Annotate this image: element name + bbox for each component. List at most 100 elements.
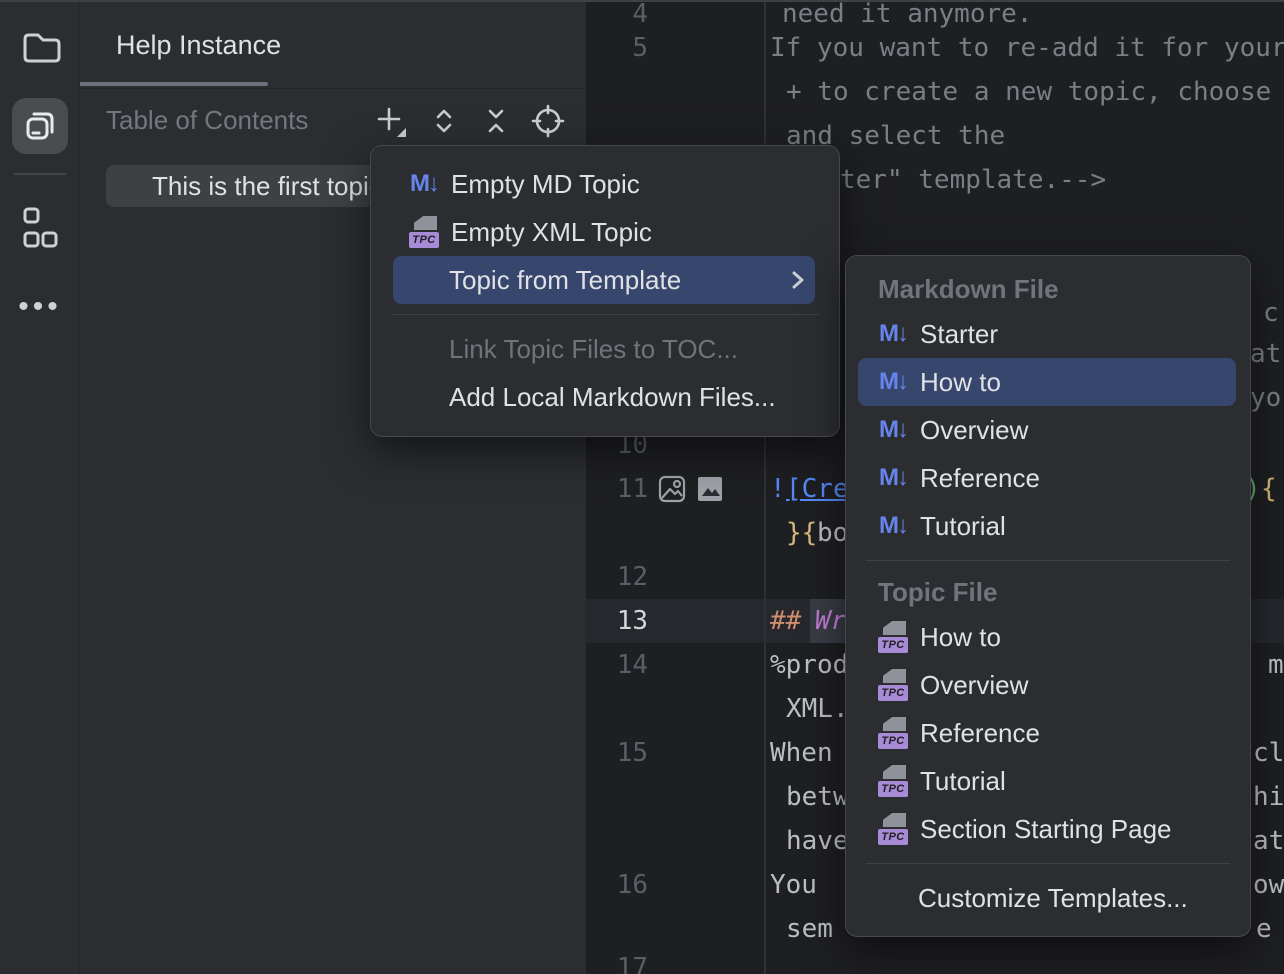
submenu-item-label: Overview xyxy=(920,670,1028,701)
code-segment: }{ xyxy=(786,511,817,555)
submenu-item-label: Reference xyxy=(920,718,1040,749)
topic-icon-page xyxy=(414,216,437,230)
code-segment: m xyxy=(1268,643,1284,687)
code-segment: e xyxy=(1256,907,1272,951)
line-number-15: 15 xyxy=(586,731,648,775)
code-segment: %prod xyxy=(770,643,848,687)
topic-icon-page xyxy=(883,765,906,779)
topic-icon-badge: TPC xyxy=(409,232,439,248)
menu-item-label: Topic from Template xyxy=(449,265,789,296)
submenu-item-reference[interactable]: TPC Reference xyxy=(858,709,1236,757)
code-segment: sem xyxy=(786,907,833,951)
submenu-item-label: How to xyxy=(920,367,1001,398)
code-segment: If you want to re-add it for your xyxy=(770,26,1284,70)
code-segment: + to create a new topic, choose t xyxy=(786,70,1284,114)
menu-separator xyxy=(391,314,819,315)
ide-window: 4need it anymore.5If you want to re-add … xyxy=(0,0,1284,974)
submenu-arrow-icon xyxy=(789,267,807,293)
submenu-item-how-to[interactable]: M↓ How to xyxy=(858,358,1236,406)
menu-item-label: Link Topic Files to TOC... xyxy=(449,334,807,365)
code-segment: at xyxy=(1253,819,1284,863)
topic-icon-page xyxy=(883,717,906,731)
code-segment: XML. xyxy=(786,687,849,731)
submenu-item-starter[interactable]: M↓ Starter xyxy=(858,310,1236,358)
submenu-item-label: Starter xyxy=(920,319,998,350)
code-segment: ter" template.--> xyxy=(840,158,1106,202)
submenu-item-overview[interactable]: M↓ Overview xyxy=(858,406,1236,454)
code-segment: at xyxy=(1250,332,1281,376)
topic-file-icon: TPC xyxy=(409,216,439,248)
template-submenu: Markdown File M↓ Starter M↓ How to M↓ Overview… xyxy=(845,255,1251,937)
topic-icon-badge: TPC xyxy=(878,829,908,845)
topic-file-icon: TPC xyxy=(878,813,908,845)
code-segment: bo xyxy=(817,511,848,555)
menu-item-add-local-markdown-files[interactable]: Add Local Markdown Files... xyxy=(393,373,815,421)
menu-item-label: Add Local Markdown Files... xyxy=(449,382,807,413)
topic-file-icon: TPC xyxy=(878,621,908,653)
markdown-file-icon: M↓ xyxy=(878,368,908,396)
image-gutter-icons[interactable] xyxy=(658,467,734,511)
submenu-item-label: Tutorial xyxy=(920,511,1006,542)
topic-icon-badge: TPC xyxy=(878,781,908,797)
code-segment: ! xyxy=(770,467,786,511)
line-number-5: 5 xyxy=(586,26,648,70)
submenu-item-label: Tutorial xyxy=(920,766,1006,797)
code-segment: [Cre xyxy=(786,467,849,511)
submenu-separator xyxy=(866,560,1230,561)
submenu-section-header-markdown-file: Markdown File xyxy=(846,268,1250,310)
menu-item-empty-xml-topic[interactable]: TPC Empty XML Topic xyxy=(393,208,815,256)
submenu-item-label: Section Starting Page xyxy=(920,814,1172,845)
submenu-item-tutorial[interactable]: M↓ Tutorial xyxy=(858,502,1236,550)
code-segment: cl xyxy=(1253,731,1284,775)
topic-icon-badge: TPC xyxy=(878,733,908,749)
topic-icon-page xyxy=(883,621,906,635)
topic-icon-badge: TPC xyxy=(878,685,908,701)
submenu-item-label: Reference xyxy=(920,463,1040,494)
submenu-item-tutorial[interactable]: TPC Tutorial xyxy=(858,757,1236,805)
topic-icon-badge: TPC xyxy=(878,637,908,653)
markdown-file-icon: M↓ xyxy=(878,416,908,444)
submenu-item-label: Overview xyxy=(920,415,1028,446)
code-segment: ## xyxy=(770,599,801,643)
submenu-section-header-topic-file: Topic File xyxy=(846,571,1250,613)
code-segment: c xyxy=(1263,291,1279,335)
code-segment: hi xyxy=(1253,775,1284,819)
code-segment: You xyxy=(770,863,817,907)
markdown-file-icon: M↓ xyxy=(878,464,908,492)
markdown-file-icon: M↓ xyxy=(878,512,908,540)
submenu-item-how-to[interactable]: TPC How to xyxy=(858,613,1236,661)
submenu-item-label: How to xyxy=(920,622,1001,653)
markdown-file-icon: M↓ xyxy=(409,170,439,198)
submenu-item-section-starting-page[interactable]: TPC Section Starting Page xyxy=(858,805,1236,853)
menu-item-label: Empty XML Topic xyxy=(451,217,807,248)
topic-file-icon: TPC xyxy=(878,765,908,797)
topic-file-icon: TPC xyxy=(878,717,908,749)
submenu-item-label: Customize Templates... xyxy=(918,883,1188,914)
line-number-17: 17 xyxy=(586,946,648,974)
markdown-file-icon: M↓ xyxy=(878,320,908,348)
line-number-16: 16 xyxy=(586,863,648,907)
line-number-13: 13 xyxy=(586,599,648,643)
code-segment: ow xyxy=(1253,863,1284,907)
topic-file-icon: TPC xyxy=(878,669,908,701)
submenu-item-customize-templates[interactable]: Customize Templates... xyxy=(858,874,1236,922)
menu-item-topic-from-template[interactable]: Topic from Template xyxy=(393,256,815,304)
menu-item-empty-md-topic[interactable]: M↓ Empty MD Topic xyxy=(393,160,815,208)
menu-item-link-topic-files-to-toc[interactable]: Link Topic Files to TOC... xyxy=(393,325,815,373)
topic-icon-page xyxy=(883,813,906,827)
line-number-11: 11 xyxy=(586,467,648,511)
menu-item-label: Empty MD Topic xyxy=(451,169,807,200)
submenu-item-reference[interactable]: M↓ Reference xyxy=(858,454,1236,502)
submenu-separator xyxy=(866,863,1230,864)
code-segment: When xyxy=(770,731,833,775)
code-segment: have xyxy=(786,819,849,863)
line-number-14: 14 xyxy=(586,643,648,687)
code-segment: betw xyxy=(786,775,849,819)
code-segment: { xyxy=(1261,467,1277,511)
topic-icon-page xyxy=(883,669,906,683)
line-number-12: 12 xyxy=(586,555,648,599)
code-segment: yo xyxy=(1250,376,1281,420)
context-menu: M↓ Empty MD Topic TPC Empty XML Topic Topic … xyxy=(370,145,840,437)
submenu-item-overview[interactable]: TPC Overview xyxy=(858,661,1236,709)
code-segment: Wr xyxy=(815,599,846,643)
